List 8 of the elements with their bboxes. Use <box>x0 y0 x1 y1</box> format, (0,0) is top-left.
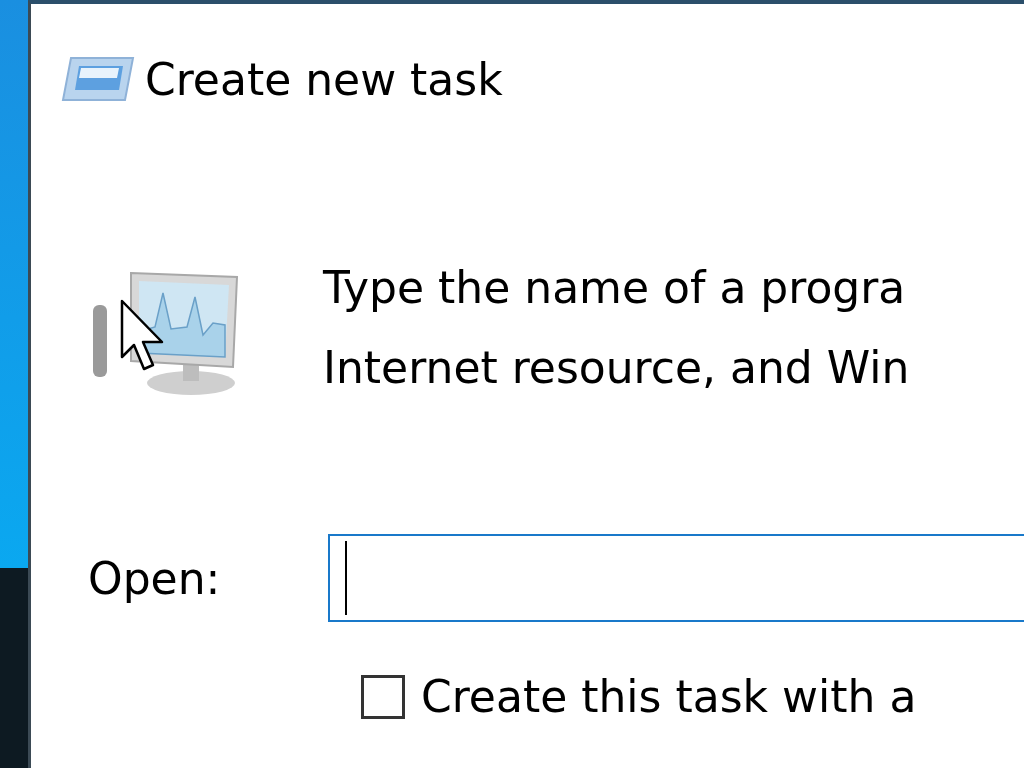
admin-checkbox[interactable] <box>361 674 405 719</box>
open-field[interactable] <box>328 534 1024 622</box>
admin-checkbox-label: Create this task with a <box>421 671 917 722</box>
instruction-text: Type the name of a progra <box>323 261 907 315</box>
instruction-text: Internet resource, and Win <box>323 341 910 395</box>
dialog-title: Create new task <box>145 53 503 105</box>
window-icon <box>61 56 135 102</box>
open-label: Open: <box>88 552 222 604</box>
